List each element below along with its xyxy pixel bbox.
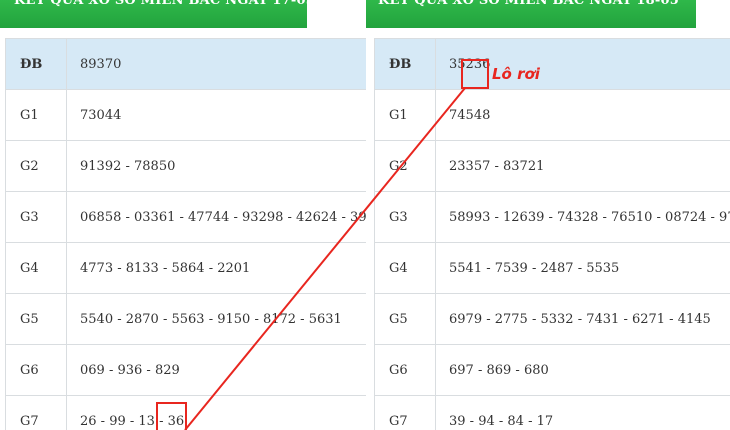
panel-header: KẾT QUẢ XỔ SỐ MIỀN BẮC NGÀY 18-05 <box>366 0 696 28</box>
panel-title: KẾT QUẢ XỔ SỐ MIỀN BẮC NGÀY 17-05 <box>14 0 307 8</box>
prize-value: 5540 - 2870 - 5563 - 9150 - 8172 - 5631 <box>66 293 367 345</box>
table-row: ĐB 35236 <box>375 39 730 90</box>
prize-value: 069 - 936 - 829 <box>66 344 367 396</box>
prize-label: G4 <box>375 242 436 294</box>
prize-label: ĐB <box>6 39 67 90</box>
table-row: G6 697 - 869 - 680 <box>375 344 730 396</box>
prize-value: 58993 - 12639 - 74328 - 76510 - 08724 - … <box>435 191 730 243</box>
prize-label: G7 <box>375 395 436 430</box>
table-row: G6 069 - 936 - 829 <box>6 344 367 396</box>
results-table-wrapper: ĐB 35236 G1 74548 G2 23357 - 83721 G3 58… <box>374 38 730 430</box>
prize-label: ĐB <box>375 39 436 90</box>
table-row: G2 23357 - 83721 <box>375 140 730 192</box>
table-row: G7 39 - 94 - 84 - 17 <box>375 395 730 430</box>
prize-value: 74548 <box>435 89 730 141</box>
prize-value: 5541 - 7539 - 2487 - 5535 <box>435 242 730 294</box>
result-panel-17-05: KẾT QUẢ XỔ SỐ MIỀN BẮC NGÀY 17-05 ĐB 893… <box>0 0 391 430</box>
prize-value: 26 - 99 - 13 - 36 <box>66 395 367 430</box>
prize-label: G6 <box>375 344 436 396</box>
prize-value: 35236 <box>435 39 730 90</box>
panel-title: KẾT QUẢ XỔ SỐ MIỀN BẮC NGÀY 18-05 <box>378 0 679 8</box>
prize-value: 39 - 94 - 84 - 17 <box>435 395 730 430</box>
prize-value: 06858 - 03361 - 47744 - 93298 - 42624 - … <box>66 191 391 243</box>
screenshot-canvas: KẾT QUẢ XỔ SỐ MIỀN BẮC NGÀY 17-05 ĐB 893… <box>0 0 730 430</box>
table-row: G3 06858 - 03361 - 47744 - 93298 - 42624… <box>6 191 391 243</box>
prize-value: 73044 <box>66 89 367 141</box>
table-row: G7 26 - 99 - 13 - 36 <box>6 395 367 430</box>
table-row: G2 91392 - 78850 <box>6 140 367 192</box>
prize-value: 6979 - 2775 - 5332 - 7431 - 6271 - 4145 <box>435 293 730 345</box>
table-row: G4 5541 - 7539 - 2487 - 5535 <box>375 242 730 294</box>
table-row: G3 58993 - 12639 - 74328 - 76510 - 08724… <box>375 191 730 243</box>
prize-label: G6 <box>6 344 67 396</box>
prize-value: 91392 - 78850 <box>66 140 367 192</box>
prize-value: 23357 - 83721 <box>435 140 730 192</box>
prize-label: G2 <box>375 140 436 192</box>
prize-label: G3 <box>375 191 436 243</box>
panel-header: KẾT QUẢ XỔ SỐ MIỀN BẮC NGÀY 17-05 <box>0 0 307 28</box>
prize-label: G4 <box>6 242 67 294</box>
table-row: G1 74548 <box>375 89 730 141</box>
result-panel-18-05: KẾT QUẢ XỔ SỐ MIỀN BẮC NGÀY 18-05 ĐB 352… <box>366 0 730 430</box>
prize-label: G2 <box>6 140 67 192</box>
prize-label: G1 <box>6 89 67 141</box>
table-row: G5 5540 - 2870 - 5563 - 9150 - 8172 - 56… <box>6 293 367 345</box>
prize-value: 4773 - 8133 - 5864 - 2201 <box>66 242 367 294</box>
prize-label: G1 <box>375 89 436 141</box>
prize-value: 697 - 869 - 680 <box>435 344 730 396</box>
results-table-wrapper: ĐB 89370 G1 73044 G2 91392 - 78850 G3 06… <box>5 38 391 430</box>
prize-label: G7 <box>6 395 67 430</box>
prize-value: 89370 <box>66 39 367 90</box>
table-row: G4 4773 - 8133 - 5864 - 2201 <box>6 242 367 294</box>
table-row: G1 73044 <box>6 89 367 141</box>
table-row: ĐB 89370 <box>6 39 367 90</box>
table-row: G5 6979 - 2775 - 5332 - 7431 - 6271 - 41… <box>375 293 730 345</box>
prize-label: G3 <box>6 191 67 243</box>
results-table: ĐB 35236 G1 74548 G2 23357 - 83721 G3 58… <box>375 39 730 430</box>
prize-label: G5 <box>375 293 436 345</box>
prize-label: G5 <box>6 293 67 345</box>
results-table: ĐB 89370 G1 73044 G2 91392 - 78850 G3 06… <box>6 39 391 430</box>
